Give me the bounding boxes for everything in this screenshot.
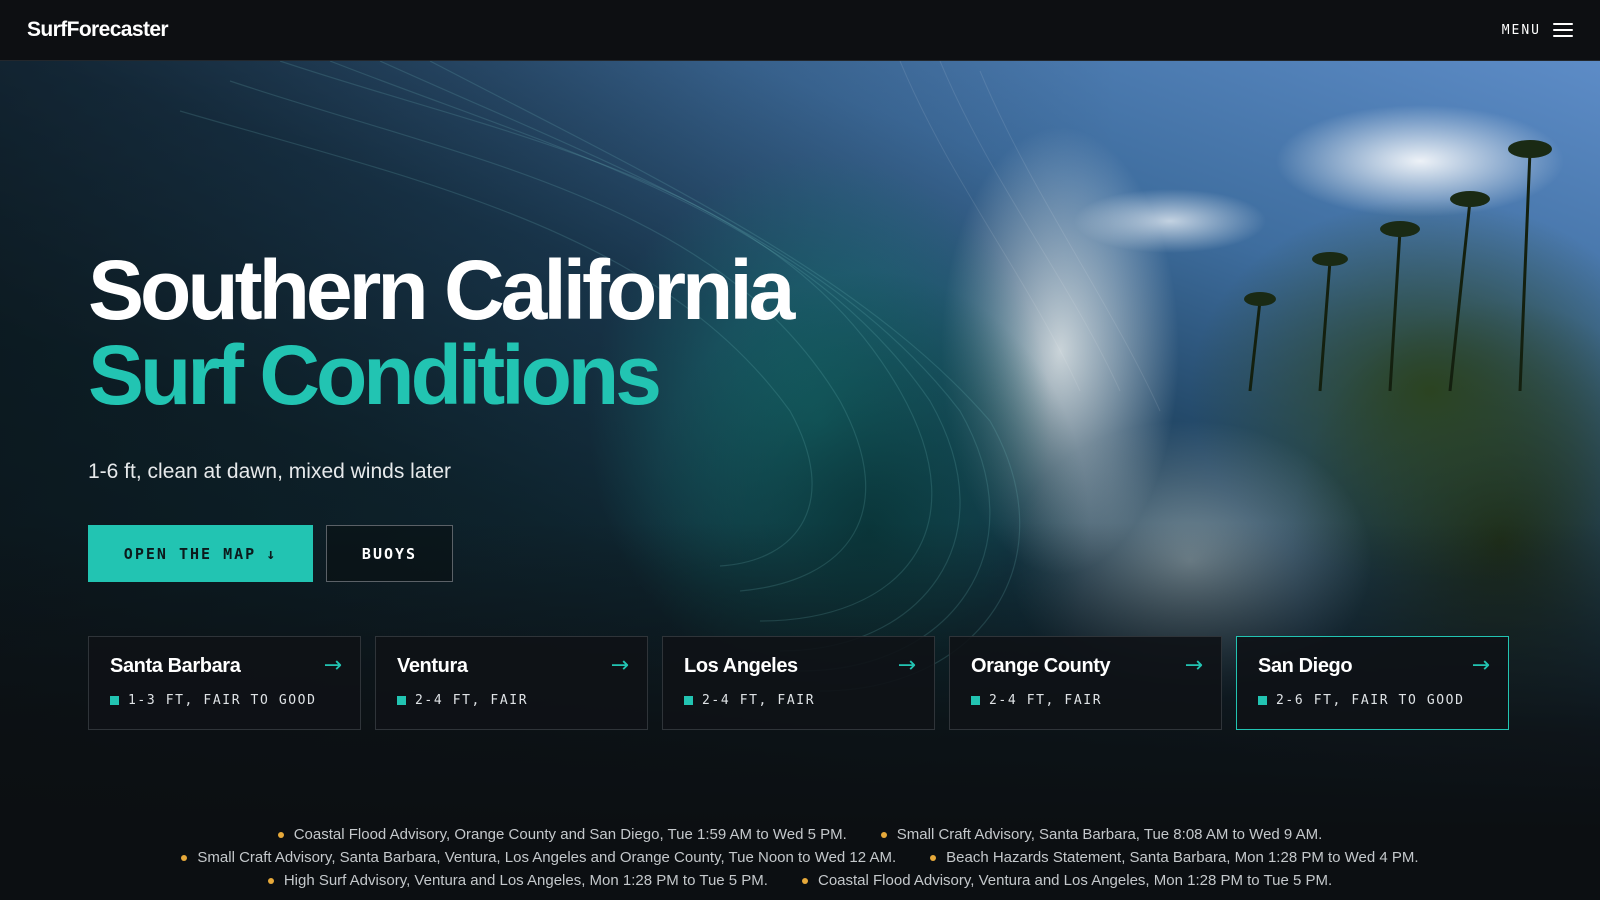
advisory-text: Beach Hazards Statement, Santa Barbara, … [946,849,1419,866]
advisory-item[interactable]: Small Craft Advisory, Santa Barbara, Tue… [880,826,1323,843]
region-name: Santa Barbara [110,655,241,677]
region-cards: Santa Barbara → 1-3 FT, FAIR TO GOOD Ven… [88,636,1509,730]
advisory-row: Small Craft Advisory, Santa Barbara, Ven… [181,849,1419,866]
buoys-button[interactable]: BUOYS [326,525,453,582]
region-status: 2-4 FT, FAIR [684,693,815,708]
region-name: San Diego [1258,655,1353,677]
arrow-right-icon: → [1471,653,1490,678]
hero-title-line1: Southern California [88,243,795,337]
region-status: 2-4 FT, FAIR [397,693,528,708]
status-square-icon [110,696,119,705]
advisory-text: Coastal Flood Advisory, Ventura and Los … [817,872,1333,889]
status-square-icon [684,696,693,705]
region-status-text: 1-3 FT, FAIR TO GOOD [128,693,317,708]
region-status-text: 2-4 FT, FAIR [702,693,816,708]
advisory-item[interactable]: Coastal Flood Advisory, Orange County an… [277,826,847,843]
region-status-text: 2-4 FT, FAIR [415,693,529,708]
advisory-text: Coastal Flood Advisory, Orange County an… [293,826,847,843]
region-name: Ventura [397,655,468,677]
status-square-icon [971,696,980,705]
hero-subtitle: 1-6 ft, clean at dawn, mixed winds later [88,460,452,483]
advisory-text: Small Craft Advisory, Santa Barbara, Tue… [896,826,1323,843]
status-square-icon [1258,696,1267,705]
advisory-item[interactable]: High Surf Advisory, Ventura and Los Ange… [267,872,768,889]
site-logo[interactable]: SurfForecaster [27,18,169,42]
advisory-item[interactable]: Beach Hazards Statement, Santa Barbara, … [930,849,1419,866]
advisory-item[interactable]: Small Craft Advisory, Santa Barbara, Ven… [181,849,896,866]
arrow-right-icon: → [1184,653,1203,678]
menu-label: MENU [1501,22,1541,38]
advisories-list: Coastal Flood Advisory, Orange County an… [0,826,1600,889]
advisory-row: High Surf Advisory, Ventura and Los Ange… [267,872,1333,889]
advisory-dot-icon [930,854,937,861]
region-status: 2-6 FT, FAIR TO GOOD [1258,693,1465,708]
region-name: Orange County [971,655,1111,677]
status-square-icon [397,696,406,705]
arrow-right-icon: → [323,653,342,678]
advisory-item[interactable]: Coastal Flood Advisory, Ventura and Los … [801,872,1333,889]
advisory-row: Coastal Flood Advisory, Orange County an… [277,826,1323,843]
region-card-ventura[interactable]: Ventura → 2-4 FT, FAIR [375,636,648,730]
arrow-right-icon: → [610,653,629,678]
region-status-text: 2-6 FT, FAIR TO GOOD [1276,693,1465,708]
region-card-orange-county[interactable]: Orange County → 2-4 FT, FAIR [949,636,1222,730]
arrow-right-icon: → [897,653,916,678]
buoys-button-label: BUOYS [361,544,418,563]
advisory-dot-icon [880,831,887,838]
region-name: Los Angeles [684,655,798,677]
advisory-dot-icon [801,877,808,884]
advisory-dot-icon [277,831,284,838]
region-card-santa-barbara[interactable]: Santa Barbara → 1-3 FT, FAIR TO GOOD [88,636,361,730]
region-status-text: 2-4 FT, FAIR [989,693,1103,708]
hero-title-line2: Surf Conditions [88,328,662,422]
advisory-dot-icon [267,877,274,884]
arrow-down-icon: ↓ [266,544,278,563]
region-status: 1-3 FT, FAIR TO GOOD [110,693,317,708]
advisory-text: Small Craft Advisory, Santa Barbara, Ven… [197,849,897,866]
hamburger-icon [1553,23,1573,37]
open-map-button-label: OPEN THE MAP [123,544,257,563]
region-card-los-angeles[interactable]: Los Angeles → 2-4 FT, FAIR [662,636,935,730]
top-nav: SurfForecaster MENU [0,0,1600,61]
menu-button[interactable]: MENU [1502,23,1573,38]
region-status: 2-4 FT, FAIR [971,693,1102,708]
advisory-dot-icon [181,854,188,861]
region-card-san-diego[interactable]: San Diego → 2-6 FT, FAIR TO GOOD [1236,636,1509,730]
open-map-button[interactable]: OPEN THE MAP ↓ [88,525,313,582]
advisory-text: High Surf Advisory, Ventura and Los Ange… [283,872,768,889]
